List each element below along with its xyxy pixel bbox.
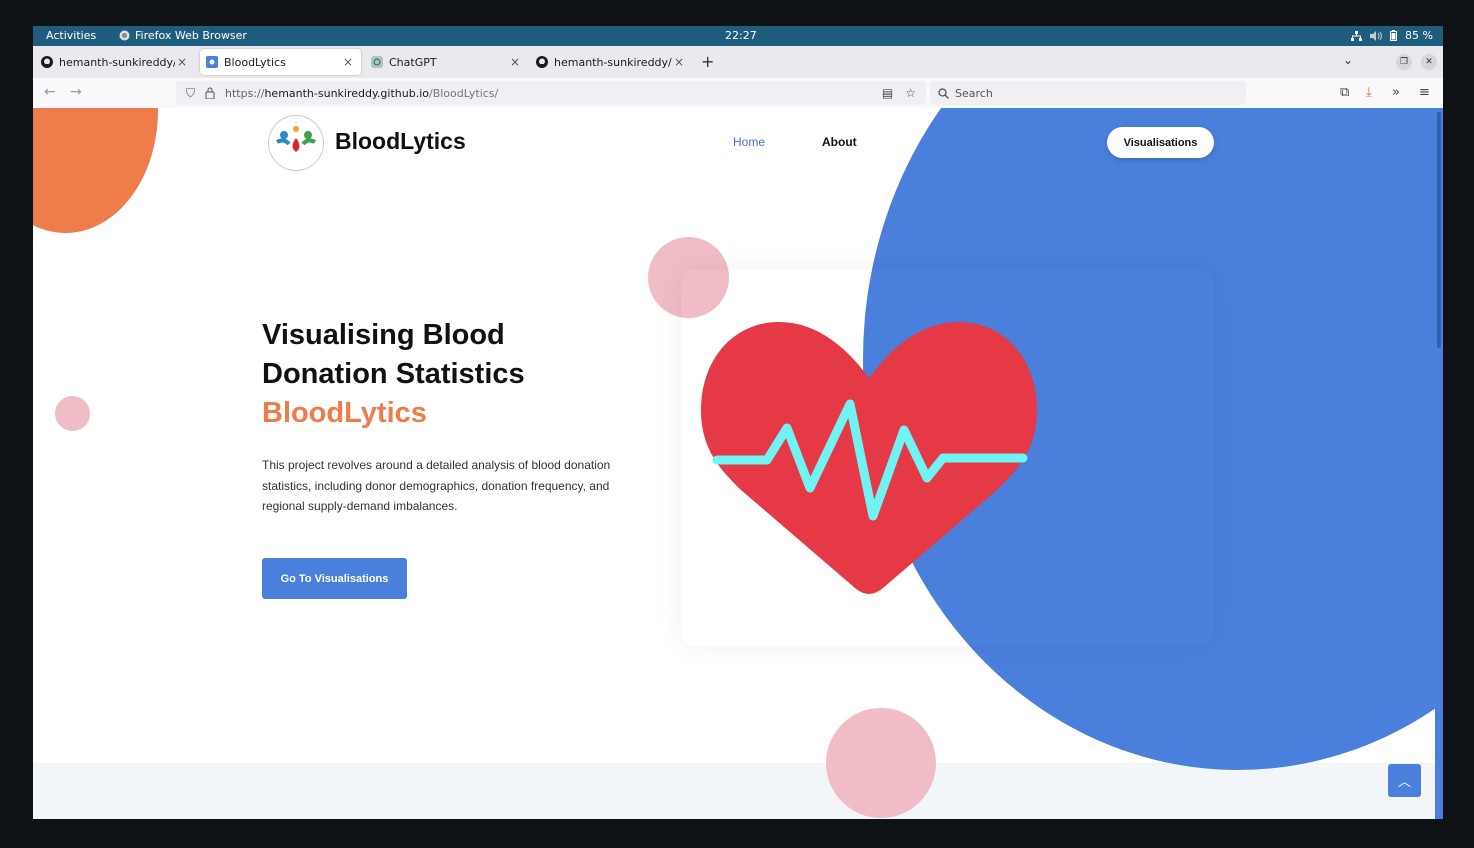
hero-heading: Visualising Blood Donation Statistics Bl… — [262, 316, 525, 433]
lock-icon[interactable] — [205, 87, 215, 99]
shield-icon[interactable]: ⛉ — [186, 86, 195, 101]
url-host: hemanth-sunkireddy.github.io — [264, 86, 429, 100]
site-brand[interactable]: BloodLytics — [335, 128, 466, 155]
tab-chatgpt[interactable]: ChatGPT × — [365, 49, 528, 75]
hero-heading-brand: BloodLytics — [262, 397, 427, 429]
go-to-visualisations-button[interactable]: Go To Visualisations — [262, 558, 407, 599]
scroll-to-top-button[interactable]: ︿ — [1388, 764, 1421, 797]
back-button[interactable]: ← — [44, 84, 56, 100]
url-scheme: https:// — [225, 86, 265, 100]
new-tab-button[interactable]: + — [701, 52, 714, 71]
screen: Activities Firefox Web Browser 22:27 85 … — [33, 26, 1443, 819]
tab-bloodlytics[interactable]: BloodLytics × — [200, 49, 361, 75]
nav-home-link[interactable]: Home — [733, 135, 765, 149]
activities-button[interactable]: Activities — [46, 29, 96, 42]
close-icon[interactable]: × — [341, 55, 355, 69]
tab-label: BloodLytics — [224, 55, 286, 69]
search-icon — [938, 87, 949, 99]
close-icon[interactable]: × — [672, 55, 686, 69]
tab-label: hemanth-sunkireddy/Per — [554, 55, 672, 69]
tab-github-bloodlytics[interactable]: hemanth-sunkireddy/Blo × — [35, 49, 195, 75]
forward-button[interactable]: → — [70, 84, 82, 100]
url-bar[interactable]: ⛉ https://hemanth-sunkireddy.github.io/B… — [176, 81, 926, 105]
chevron-down-icon[interactable]: ⌄ — [1343, 53, 1353, 67]
close-window-button[interactable]: ✕ — [1421, 54, 1437, 70]
orange-decorative-circle — [33, 108, 158, 233]
download-icon[interactable]: ⤓ — [1366, 85, 1372, 100]
navigation-toolbar: ← → ⛉ https://hemanth-sunkireddy.github.… — [33, 78, 1443, 109]
hero-heading-line1: Visualising Blood — [262, 319, 505, 351]
tab-label: hemanth-sunkireddy/Blo — [59, 55, 175, 69]
firefox-icon — [119, 30, 130, 41]
volume-icon — [1370, 30, 1383, 41]
close-icon[interactable]: × — [508, 55, 522, 69]
hero-description: This project revolves around a detailed … — [262, 458, 611, 513]
system-top-bar: Activities Firefox Web Browser 22:27 85 … — [33, 26, 1443, 46]
tab-label: ChatGPT — [389, 55, 437, 69]
scrollbar[interactable] — [1435, 108, 1443, 819]
reader-mode-icon[interactable]: ▤ — [882, 86, 893, 100]
bookmark-star-icon[interactable]: ☆ — [905, 86, 916, 100]
search-placeholder: Search — [955, 86, 993, 100]
extensions-icon[interactable]: ⧉ — [1340, 85, 1349, 100]
tab-github-personal[interactable]: hemanth-sunkireddy/Per × — [530, 49, 692, 75]
github-icon — [41, 56, 53, 68]
search-input[interactable]: Search — [930, 81, 1246, 105]
logo-icon — [276, 126, 316, 152]
site-logo[interactable] — [268, 115, 324, 171]
pink-decorative-dot — [55, 396, 90, 431]
battery-icon — [1390, 30, 1398, 41]
overflow-menu-icon[interactable]: » — [1392, 85, 1400, 100]
clock[interactable]: 22:27 — [725, 29, 757, 42]
scrollbar-thumb[interactable] — [1437, 112, 1441, 348]
nav-about-link[interactable]: About — [822, 135, 857, 149]
url-path: /BloodLytics/ — [429, 86, 499, 100]
system-tray[interactable]: 85 % — [1351, 29, 1433, 42]
github-icon — [536, 56, 548, 68]
battery-percent: 85 % — [1405, 29, 1433, 42]
restore-window-button[interactable]: ❐ — [1396, 54, 1412, 70]
next-section-band — [33, 763, 1443, 819]
close-icon[interactable]: × — [175, 55, 189, 69]
page-content: BloodLytics Home About Visualisations Vi… — [33, 108, 1443, 819]
hamburger-menu-icon[interactable]: ≡ — [1419, 85, 1430, 100]
app-name: Firefox Web Browser — [135, 29, 247, 42]
chevron-up-icon: ︿ — [1397, 774, 1411, 789]
chatgpt-icon — [371, 56, 383, 68]
heartbeat-heart-icon — [701, 322, 1037, 594]
app-menu[interactable]: Firefox Web Browser — [119, 29, 247, 42]
network-icon — [1351, 30, 1363, 41]
pink-decorative-dot — [826, 708, 936, 818]
site-icon — [206, 56, 218, 68]
tab-strip: hemanth-sunkireddy/Blo × BloodLytics × C… — [33, 46, 1443, 78]
visualisations-button[interactable]: Visualisations — [1107, 127, 1214, 158]
hero-heading-line2: Donation Statistics — [262, 358, 525, 390]
